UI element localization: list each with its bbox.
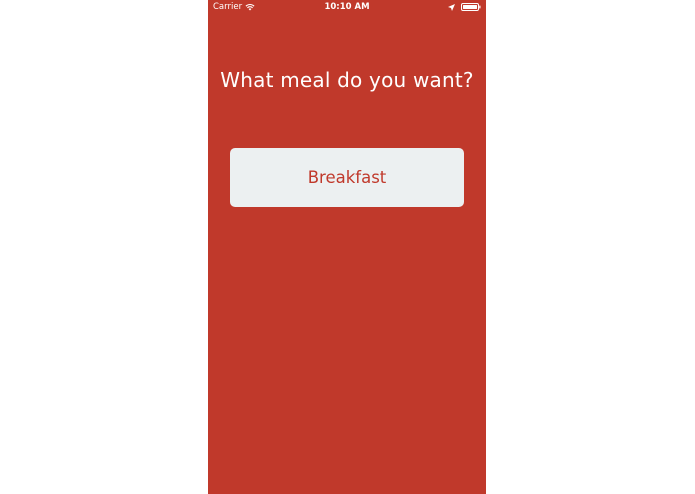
breakfast-button-label: Breakfast bbox=[307, 168, 387, 187]
page-title: What meal do you want? bbox=[220, 68, 474, 92]
phone-screen: Carrier 10:10 AM What meal do you want? … bbox=[208, 0, 486, 494]
status-bar-right bbox=[448, 3, 481, 11]
battery-icon bbox=[461, 3, 481, 11]
status-time: 10:10 AM bbox=[324, 2, 370, 12]
breakfast-button[interactable]: Breakfast bbox=[230, 148, 464, 207]
location-arrow-icon bbox=[448, 3, 455, 11]
status-bar: Carrier 10:10 AM bbox=[208, 0, 486, 14]
